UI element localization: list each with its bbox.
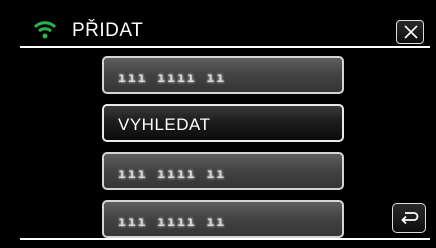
list-item-3[interactable]: ııı ıııı ıı — [102, 152, 344, 190]
close-icon — [404, 25, 418, 39]
list-item-4[interactable]: ııı ıııı ıı — [102, 200, 344, 238]
wifi-icon — [34, 21, 56, 39]
back-button[interactable] — [392, 203, 426, 233]
top-divider — [20, 46, 430, 48]
close-button[interactable] — [396, 20, 424, 44]
return-icon — [401, 212, 419, 225]
header-bar: PŘIDAT — [0, 0, 436, 46]
list-item-label: ııı ıııı ıı — [118, 167, 227, 182]
list-item-1[interactable]: ııı ıııı ıı — [102, 56, 344, 94]
list-item-label: ııı ıııı ıı — [118, 215, 227, 230]
page-title: PŘIDAT — [72, 20, 144, 41]
list-item-label: VYHLEDAT — [118, 115, 211, 134]
bottom-divider — [20, 238, 430, 240]
list-item-label: ııı ıııı ıı — [118, 71, 227, 86]
search-button[interactable]: VYHLEDAT — [102, 104, 344, 142]
